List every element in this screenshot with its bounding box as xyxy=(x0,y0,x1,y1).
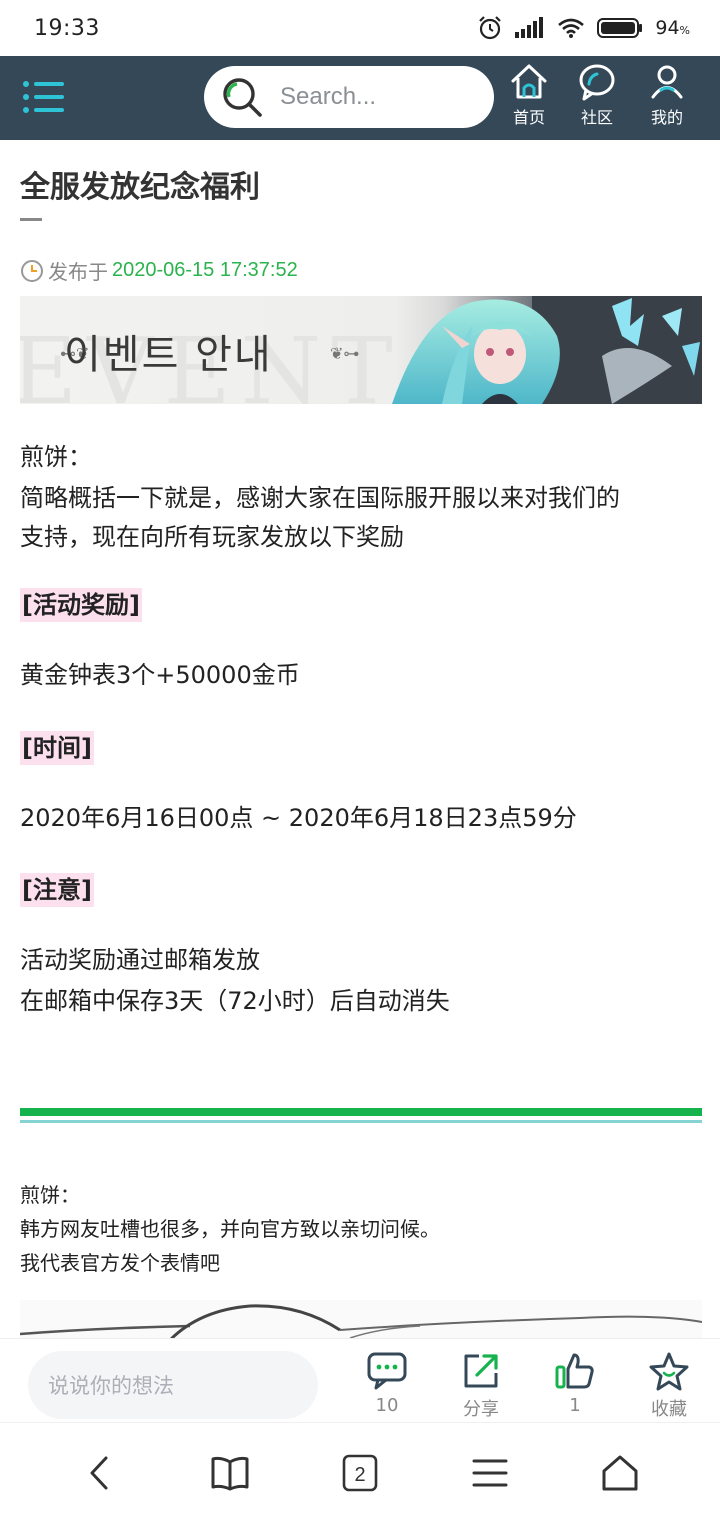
intro-line-2: 支持，现在向所有玩家发放以下奖励 xyxy=(20,523,404,551)
thumbs-up-icon xyxy=(555,1353,594,1389)
bookmarks-button[interactable] xyxy=(202,1445,258,1501)
section-time-tag: [时间] xyxy=(20,731,94,765)
share-label: 分享 xyxy=(463,1399,499,1420)
app-header: Search... 首页 社区 我的 xyxy=(0,56,720,140)
status-bar: 19:33 94% xyxy=(0,0,720,56)
list-menu-icon xyxy=(23,81,64,113)
publish-meta: 发布于 2020-06-15 17:37:52 xyxy=(20,256,298,285)
section-divider xyxy=(20,1108,702,1116)
section-note-line-1: 活动奖励通过邮箱发放 xyxy=(20,946,260,974)
title-divider xyxy=(20,218,42,221)
favorite-label: 收藏 xyxy=(651,1399,687,1420)
sticker-image xyxy=(20,1300,702,1340)
browser-nav-bar: 2 xyxy=(0,1422,720,1520)
comment-icon xyxy=(367,1352,407,1390)
section-time-text: 2020年6月16日00点 ~ 2020年6月18日23点59分 xyxy=(20,804,577,832)
hamburger-menu-icon xyxy=(472,1459,508,1487)
browser-menu-button[interactable] xyxy=(462,1445,518,1501)
ornament-right-icon: ❦⊶ xyxy=(330,344,360,363)
share-icon xyxy=(464,1354,498,1388)
clock-icon xyxy=(21,259,43,282)
nav-me-label: 我的 xyxy=(650,108,683,127)
banner-title: 이벤트 안내 xyxy=(64,332,273,378)
publish-prefix: 发布于 xyxy=(48,260,108,284)
nav-home[interactable]: 首页 xyxy=(497,62,561,134)
wifi-icon xyxy=(558,18,585,38)
second-line-2: 我代表官方发个表情吧 xyxy=(20,1251,220,1275)
chat-bubble-icon xyxy=(579,64,615,101)
event-banner-image: EVENT ⊷❦ 이벤트 안내 ❦⊶ xyxy=(20,296,702,404)
elf-character-illustration xyxy=(392,296,702,404)
comment-input[interactable]: 说说你的想法 xyxy=(28,1351,318,1419)
open-book-icon xyxy=(211,1456,249,1491)
chevron-left-icon xyxy=(90,1456,108,1490)
second-line-1: 韩方网友吐槽也很多，并向官方致以亲切问候。 xyxy=(20,1217,440,1241)
share-button[interactable]: 分享 xyxy=(446,1351,516,1425)
second-author: 煎饼： xyxy=(20,1183,80,1207)
nav-me[interactable]: 我的 xyxy=(635,62,699,134)
comment-bar: 说说你的想法 10 分享 1 收藏 xyxy=(0,1338,720,1422)
publish-date: 2020-06-15 17:37:52 xyxy=(112,259,298,281)
article-title: 全服发放纪念福利 xyxy=(20,170,260,205)
nav-community-label: 社区 xyxy=(580,108,613,127)
comment-count: 10 xyxy=(375,1395,399,1416)
battery-percent: 94% xyxy=(655,17,690,39)
section-reward-tag: [活动奖励] xyxy=(20,588,142,622)
status-time: 19:33 xyxy=(34,15,100,41)
nav-community[interactable]: 社区 xyxy=(565,62,629,134)
tabs-button[interactable]: 2 xyxy=(332,1445,388,1501)
tabs-count: 2 xyxy=(354,1464,365,1486)
tabs-icon: 2 xyxy=(342,1454,378,1492)
nav-home-label: 首页 xyxy=(512,108,545,127)
section-divider-accent xyxy=(20,1120,702,1123)
intro-line-1: 简略概括一下就是，感谢大家在国际服开服以来对我们的 xyxy=(20,484,620,512)
alarm-icon xyxy=(479,16,502,40)
section-note-tag: [注意] xyxy=(20,873,94,907)
section-note-line-2: 在邮箱中保存3天（72小时）后自动消失 xyxy=(20,987,450,1015)
like-count: 1 xyxy=(569,1395,581,1416)
favorite-button[interactable]: 收藏 xyxy=(634,1351,704,1425)
search-input[interactable]: Search... xyxy=(204,66,494,128)
back-button[interactable] xyxy=(72,1445,128,1501)
star-icon xyxy=(649,1352,689,1391)
user-icon xyxy=(651,65,683,99)
home-outline-icon xyxy=(602,1455,638,1491)
status-icons: 94% xyxy=(477,15,690,41)
battery-icon xyxy=(597,18,643,38)
section-reward-text: 黄金钟表3个+50000金币 xyxy=(20,661,300,689)
search-icon xyxy=(223,78,262,117)
comments-button[interactable]: 10 xyxy=(352,1351,422,1425)
intro-author: 煎饼： xyxy=(20,443,92,471)
search-placeholder: Search... xyxy=(280,83,377,110)
browser-home-button[interactable] xyxy=(592,1445,648,1501)
home-icon xyxy=(511,64,547,99)
menu-button[interactable] xyxy=(22,76,66,120)
signal-icon xyxy=(515,17,544,38)
like-button[interactable]: 1 xyxy=(540,1351,610,1425)
